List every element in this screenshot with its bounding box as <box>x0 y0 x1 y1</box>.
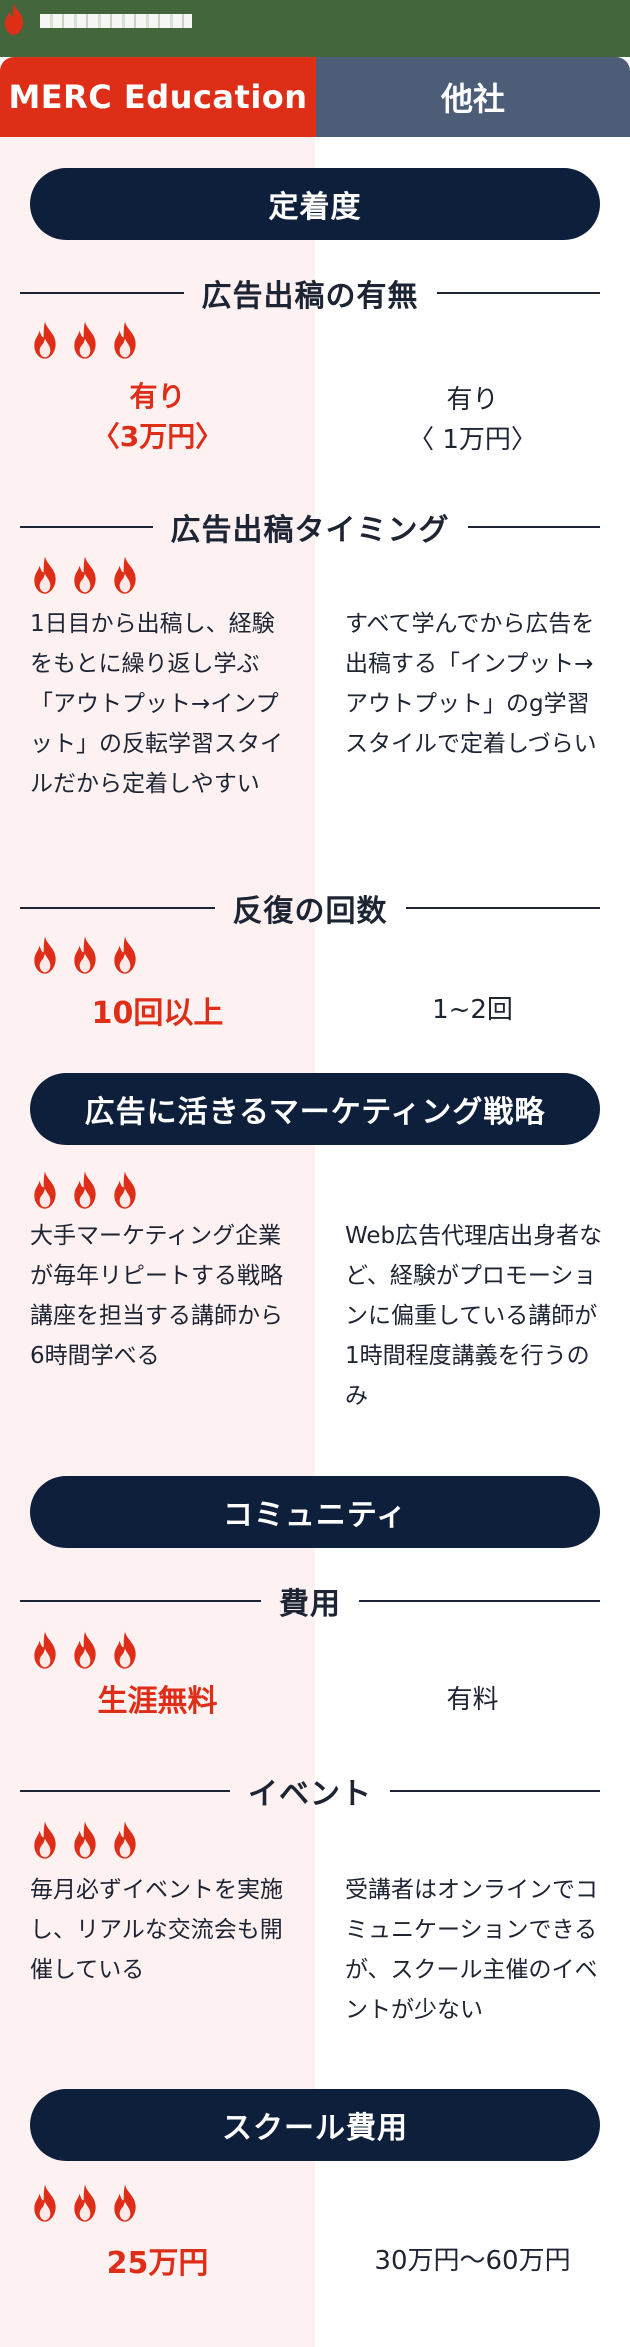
tab-merc-education[interactable]: MERC Education <box>0 57 316 137</box>
divider-line <box>20 292 184 294</box>
rating-flames <box>28 1170 142 1210</box>
merc-repeat-value: 10回以上 <box>91 996 224 1031</box>
flame-icon <box>114 1171 136 1209</box>
other-strategy-text: Web広告代理店出身者など、経験がプロモーションに偏重している講師が1時間程度講… <box>345 1223 603 1409</box>
flame-icon <box>74 556 96 594</box>
merc-school-fee-value: 25万円 <box>106 2246 209 2281</box>
other-cost-value: 有料 <box>446 1685 499 1715</box>
rating-flames <box>28 1820 142 1860</box>
banner-text-mosaic <box>40 14 192 28</box>
merc-ad-presence-value: 有り 〈3万円〉 <box>91 380 224 453</box>
flame-icon <box>114 1821 136 1859</box>
section-header-school-fee: スクール費用 <box>30 2089 600 2161</box>
rating-flames <box>28 320 142 360</box>
other-ad-timing-text: すべて学んでから広告を出稿する「インプット→アウトプット」のg学習スタイルで定着… <box>345 611 597 757</box>
flame-icon <box>34 1171 56 1209</box>
flame-icon <box>34 2184 56 2222</box>
divider-line <box>390 1790 600 1792</box>
other-repeat-value: 1~2回 <box>432 995 513 1025</box>
subheader-event: イベント <box>20 1771 600 1812</box>
flame-icon <box>114 2184 136 2222</box>
flame-icon <box>74 1821 96 1859</box>
section-header-strategy: 広告に活きるマーケティング戦略 <box>30 1073 600 1145</box>
flame-icon <box>34 936 56 974</box>
subheader-cost: 費用 <box>20 1581 600 1622</box>
flame-icon <box>114 936 136 974</box>
merc-event-text: 毎月必ずイベントを実施し、リアルな交流会も開催している <box>30 1877 283 1983</box>
flame-icon <box>4 3 24 35</box>
merc-strategy-text: 大手マーケティング企業が毎年リピートする戦略講座を担当する講師から6時間学べる <box>30 1223 283 1369</box>
flame-icon <box>74 2184 96 2222</box>
subheader-repeat: 反復の回数 <box>20 888 600 929</box>
subheader-label: 広告出稿タイミング <box>170 513 450 548</box>
section-header-teichaku: 定着度 <box>30 168 600 240</box>
divider-line <box>405 907 600 909</box>
flame-icon <box>74 1171 96 1209</box>
flame-icon <box>74 1631 96 1669</box>
flame-icon <box>74 936 96 974</box>
divider-line <box>359 1600 600 1602</box>
rating-flames <box>28 2183 142 2223</box>
merc-ad-timing-text: 1日目から出稿し、経験をもとに繰り返し学ぶ「アウトプット→インプット」の反転学習… <box>30 611 283 797</box>
section-header-community: コミュニティ <box>30 1476 600 1548</box>
other-school-fee-value: 30万円〜60万円 <box>374 2246 571 2276</box>
flame-icon <box>34 1631 56 1669</box>
top-banner <box>0 0 630 57</box>
rating-flames <box>28 935 142 975</box>
tab-other-companies[interactable]: 他社 <box>316 57 630 137</box>
subheader-label: 反復の回数 <box>232 894 388 929</box>
divider-line <box>20 907 215 909</box>
subheader-ad-presence: 広告出稿の有無 <box>20 273 600 314</box>
rating-flames <box>28 1630 142 1670</box>
flame-icon <box>74 321 96 359</box>
other-event-text: 受講者はオンラインでコミュニケーションできるが、スクール主催のイベントが少ない <box>345 1877 598 2023</box>
subheader-label: 費用 <box>279 1587 341 1622</box>
flame-icon <box>34 321 56 359</box>
divider-line <box>20 1790 230 1792</box>
subheader-label: 広告出稿の有無 <box>201 279 419 314</box>
divider-line <box>20 1600 261 1602</box>
flame-icon <box>114 321 136 359</box>
subheader-ad-timing: 広告出稿タイミング <box>20 507 600 548</box>
divider-line <box>467 526 600 528</box>
subheader-label: イベント <box>248 1777 372 1812</box>
merc-cost-value: 生涯無料 <box>97 1684 218 1719</box>
divider-line <box>20 526 153 528</box>
rating-flames <box>28 555 142 595</box>
flame-icon <box>34 556 56 594</box>
flame-icon <box>114 1631 136 1669</box>
flame-icon <box>114 556 136 594</box>
divider-line <box>436 292 600 294</box>
flame-icon <box>34 1821 56 1859</box>
other-ad-presence-value: 有り 〈 1万円〉 <box>408 385 537 455</box>
